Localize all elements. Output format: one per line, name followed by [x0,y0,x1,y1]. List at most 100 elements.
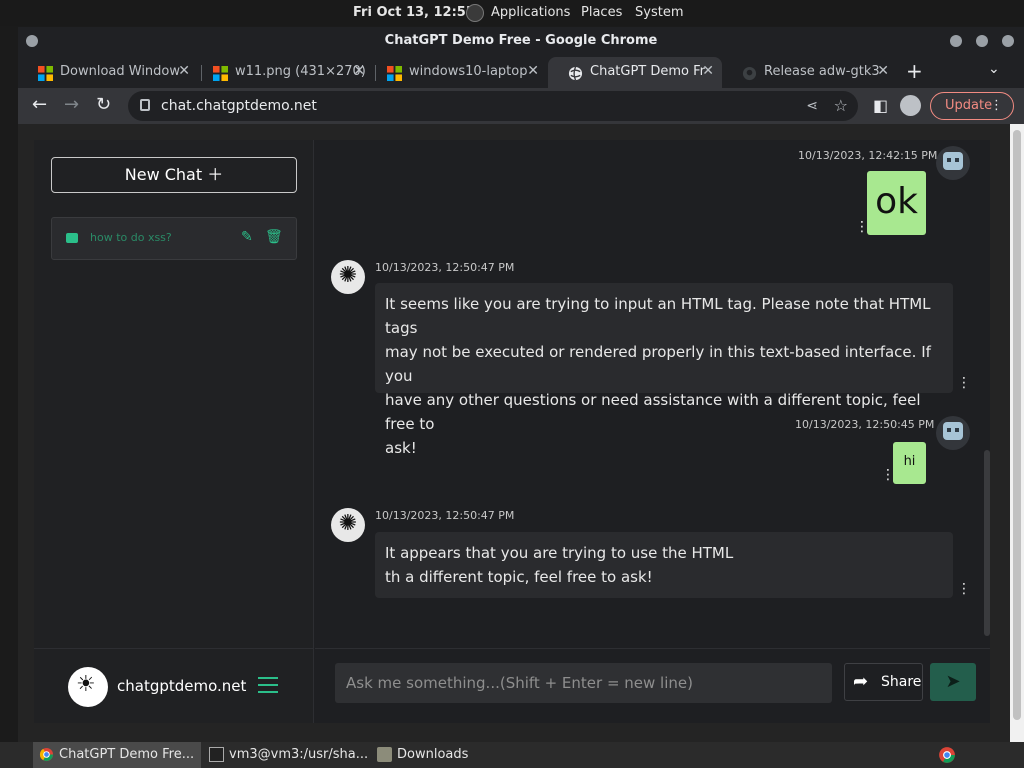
close-window-button[interactable] [1002,35,1014,47]
folder-icon [377,747,392,762]
window-menu-button[interactable] [26,35,38,47]
user-message-bubble: hi [893,442,926,484]
forward-arrow-icon[interactable]: → [64,94,79,115]
tab-search-chevron-icon[interactable]: ⌄ [988,61,1000,77]
globe-icon [568,66,583,81]
menu-system[interactable]: System [635,5,683,20]
plus-icon: ＋ [207,165,224,184]
lock-icon[interactable] [140,99,150,111]
menu-applications[interactable]: Applications [491,5,570,20]
address-bar[interactable]: chat.chatgptdemo.net ⋖ ☆ [128,91,858,121]
message-timestamp: 10/13/2023, 12:50:45 PM [795,418,935,431]
tab-chatgpt-demo[interactable]: ChatGPT Demo Fr ✕ [548,57,722,88]
reload-icon[interactable]: ↻ [96,94,111,115]
messages-scrollbar[interactable] [984,450,990,636]
sidebar: New Chat ＋ how to do xss? ✎ 🗑 ☀ chatgptd… [34,140,314,723]
send-button[interactable]: ➤ [930,663,976,701]
assistant-message-bubble: It appears that you are trying to use th… [375,532,953,598]
share-arrow-icon: ➦ [853,671,869,692]
tab-label: Release adw-gtk3 [764,64,880,79]
assistant-avatar-openai-icon: ✺ [331,260,365,294]
menu-places[interactable]: Places [581,5,622,20]
message-line: It appears that you are trying to use th… [385,544,734,562]
site-name: chatgptdemo.net [117,677,247,695]
message-more-icon[interactable]: ⋮ [881,467,895,483]
message-line: th a different topic, feel free to ask! [385,568,653,586]
new-chat-button[interactable]: New Chat ＋ [51,157,297,193]
window-titlebar[interactable]: ChatGPT Demo Free - Google Chrome [18,27,1024,55]
profile-avatar-icon[interactable] [900,95,921,116]
share-label: Share [881,674,922,690]
chrome-tray-icon[interactable] [938,746,956,764]
robot-avatar-icon [943,422,963,440]
microsoft-logo-icon [213,66,228,81]
chat-history-item[interactable]: how to do xss? ✎ 🗑 [51,217,297,260]
assistant-avatar-openai-icon: ✺ [331,508,365,542]
tab-label: windows10-laptop [409,64,528,79]
browser-toolbar: ← → ↻ chat.chatgptdemo.net ⋖ ☆ ◧ Update … [18,88,1024,124]
message-line: may not be executed or rendered properly… [385,343,931,385]
taskbar-label: ChatGPT Demo Fre... [59,747,195,762]
tab-label: Download Window [60,64,181,79]
applications-menu-icon[interactable] [466,4,484,22]
minimize-button[interactable] [950,35,962,47]
message-more-icon[interactable]: ⋮ [855,219,869,235]
chrome-menu-icon[interactable]: ⋮ [990,93,1003,119]
page-viewport: New Chat ＋ how to do xss? ✎ 🗑 ☀ chatgptd… [18,124,1024,742]
window-title: ChatGPT Demo Free - Google Chrome [384,33,658,48]
sidebar-footer: ☀ chatgptdemo.net [34,648,314,723]
close-tab-icon[interactable]: ✕ [527,63,539,79]
back-arrow-icon[interactable]: ← [32,94,47,115]
message-line: It seems like you are trying to input an… [385,295,931,337]
theme-toggle-sun-icon[interactable]: ☀ [68,667,108,707]
update-button[interactable]: Update ⋮ [930,92,1014,120]
chat-bubble-icon [66,233,78,243]
user-avatar [936,146,970,180]
close-tab-icon[interactable]: ✕ [353,63,365,79]
scrollbar-thumb[interactable] [1013,130,1021,720]
chat-app: New Chat ＋ how to do xss? ✎ 🗑 ☀ chatgptd… [34,140,990,723]
tab-strip: Download Window ✕ w11.png (431×270) ✕ wi… [18,55,1024,88]
tab-w11-png[interactable]: w11.png (431×270) ✕ [193,57,373,88]
github-icon [742,66,757,81]
tab-release-adw-gtk3[interactable]: Release adw-gtk3 ✕ [722,57,897,88]
new-tab-plus-icon[interactable]: + [906,59,923,83]
trash-icon[interactable]: 🗑 [265,229,283,245]
chrome-icon [39,747,54,762]
microsoft-logo-icon [38,66,53,81]
terminal-icon [209,747,224,762]
bookmark-star-icon[interactable]: ☆ [834,91,848,121]
show-desktop-icon[interactable] [0,742,22,768]
composer: Ask me something...(Shift + Enter = new … [315,648,990,723]
message-input[interactable]: Ask me something...(Shift + Enter = new … [335,663,832,703]
tab-windows10-laptop[interactable]: windows10-laptop ✕ [367,57,547,88]
message-more-icon[interactable]: ⋮ [957,375,971,391]
share-button[interactable]: ➦ Share [844,663,923,701]
taskbar-label: vm3@vm3:/usr/sha... [229,747,369,762]
chat-pane: 10/13/2023, 12:42:15 PM ok ⋮ ✺ 10/13/202… [315,140,990,723]
taskbar-item-terminal[interactable]: vm3@vm3:/usr/sha... [203,742,371,768]
message-timestamp: 10/13/2023, 12:50:47 PM [375,261,515,274]
edit-pencil-icon[interactable]: ✎ [241,229,253,245]
message-more-icon[interactable]: ⋮ [957,581,971,597]
microsoft-logo-icon [387,66,402,81]
user-avatar [936,416,970,450]
side-panel-icon[interactable]: ◧ [873,96,888,115]
page-scrollbar[interactable] [1010,124,1024,742]
share-page-icon[interactable]: ⋖ [806,91,818,121]
tab-label: ChatGPT Demo Fr [590,64,706,79]
robot-avatar-icon [943,152,963,170]
message-timestamp: 10/13/2023, 12:42:15 PM [798,149,938,162]
new-chat-label: New Chat [124,165,203,184]
hamburger-menu-icon[interactable] [258,677,278,693]
message-line: ask! [385,439,417,457]
close-tab-icon[interactable]: ✕ [702,63,714,79]
taskbar-item-chrome[interactable]: ChatGPT Demo Fre... [33,742,201,768]
taskbar-item-downloads[interactable]: Downloads [371,742,521,768]
close-tab-icon[interactable]: ✕ [178,63,190,79]
maximize-button[interactable] [976,35,988,47]
taskbar-label: Downloads [397,747,469,762]
tab-download-windows[interactable]: Download Window ✕ [18,57,198,88]
clock[interactable]: Fri Oct 13, 12:55 [353,5,475,20]
close-tab-icon[interactable]: ✕ [877,63,889,79]
